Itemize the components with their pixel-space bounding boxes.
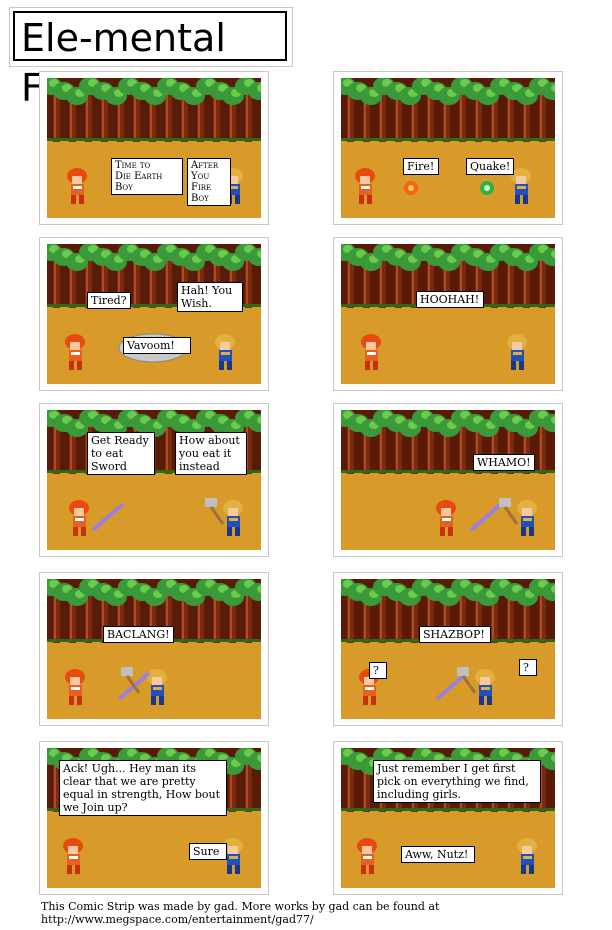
- speech-bubble: Vavoom!: [123, 337, 191, 354]
- speech-bubble: After You Fire Boy: [187, 158, 231, 206]
- comic-title: Ele-mental Fury: [13, 11, 287, 110]
- comic-panel-3: Tired? Hah! You Wish. Vavoom!: [39, 237, 269, 391]
- speech-bubble: SHAZBOP!: [419, 626, 491, 643]
- speech-bubble: Hah! You Wish.: [177, 282, 243, 312]
- panel-scene: [341, 244, 555, 384]
- speech-bubble: Tired?: [87, 292, 131, 309]
- speech-bubble: ?: [519, 659, 537, 676]
- speech-bubble: Aww, Nutz!: [401, 846, 475, 863]
- speech-bubble: Time to Die Earth Boy: [111, 158, 183, 195]
- axe: [499, 498, 511, 507]
- speech-bubble: Get Ready to eat Sword: [87, 432, 155, 475]
- title-frame: Ele-mental Fury: [9, 7, 293, 110]
- forest-background: [341, 78, 555, 142]
- comic-panel-10: Just remember I get first pick on everyt…: [333, 741, 563, 895]
- speech-bubble: BACLANG!: [103, 626, 174, 643]
- panel-scene: [341, 410, 555, 550]
- speech-bubble: ?: [369, 662, 387, 679]
- speech-bubble: Fire!: [403, 158, 439, 175]
- axe: [205, 498, 217, 507]
- speech-bubble: WHAMO!: [473, 454, 535, 471]
- axe: [457, 667, 469, 676]
- speech-bubble: Ack! Ugh... Hey man its clear that we ar…: [59, 760, 227, 816]
- speech-bubble: How about you eat it instead: [175, 432, 247, 475]
- comic-panel-5: Get Ready to eat Sword How about you eat …: [39, 403, 269, 557]
- comic-panel-8: SHAZBOP!??: [333, 572, 563, 726]
- speech-bubble: Sure: [189, 843, 227, 860]
- axe: [121, 667, 133, 676]
- comic-panel-4: HOOHAH!: [333, 237, 563, 391]
- panel-scene: [47, 579, 261, 719]
- credit-text: This Comic Strip was made by gad. More w…: [41, 900, 440, 926]
- speech-bubble: HOOHAH!: [416, 291, 484, 308]
- comic-panel-2: Fire! Quake!: [333, 71, 563, 225]
- comic-panel-7: BACLANG!: [39, 572, 269, 726]
- panel-scene: [47, 410, 261, 550]
- speech-bubble: Quake!: [466, 158, 515, 175]
- comic-panel-6: WHAMO!: [333, 403, 563, 557]
- forest-background: [47, 78, 261, 142]
- speech-bubble: Just remember I get first pick on everyt…: [373, 760, 541, 803]
- panel-scene: [341, 78, 555, 218]
- panel-scene: [47, 244, 261, 384]
- panel-scene: [341, 579, 555, 719]
- comic-panel-9: Ack! Ugh... Hey man its clear that we ar…: [39, 741, 269, 895]
- comic-panel-1: Time to Die Earth Boy After You Fire Boy: [39, 71, 269, 225]
